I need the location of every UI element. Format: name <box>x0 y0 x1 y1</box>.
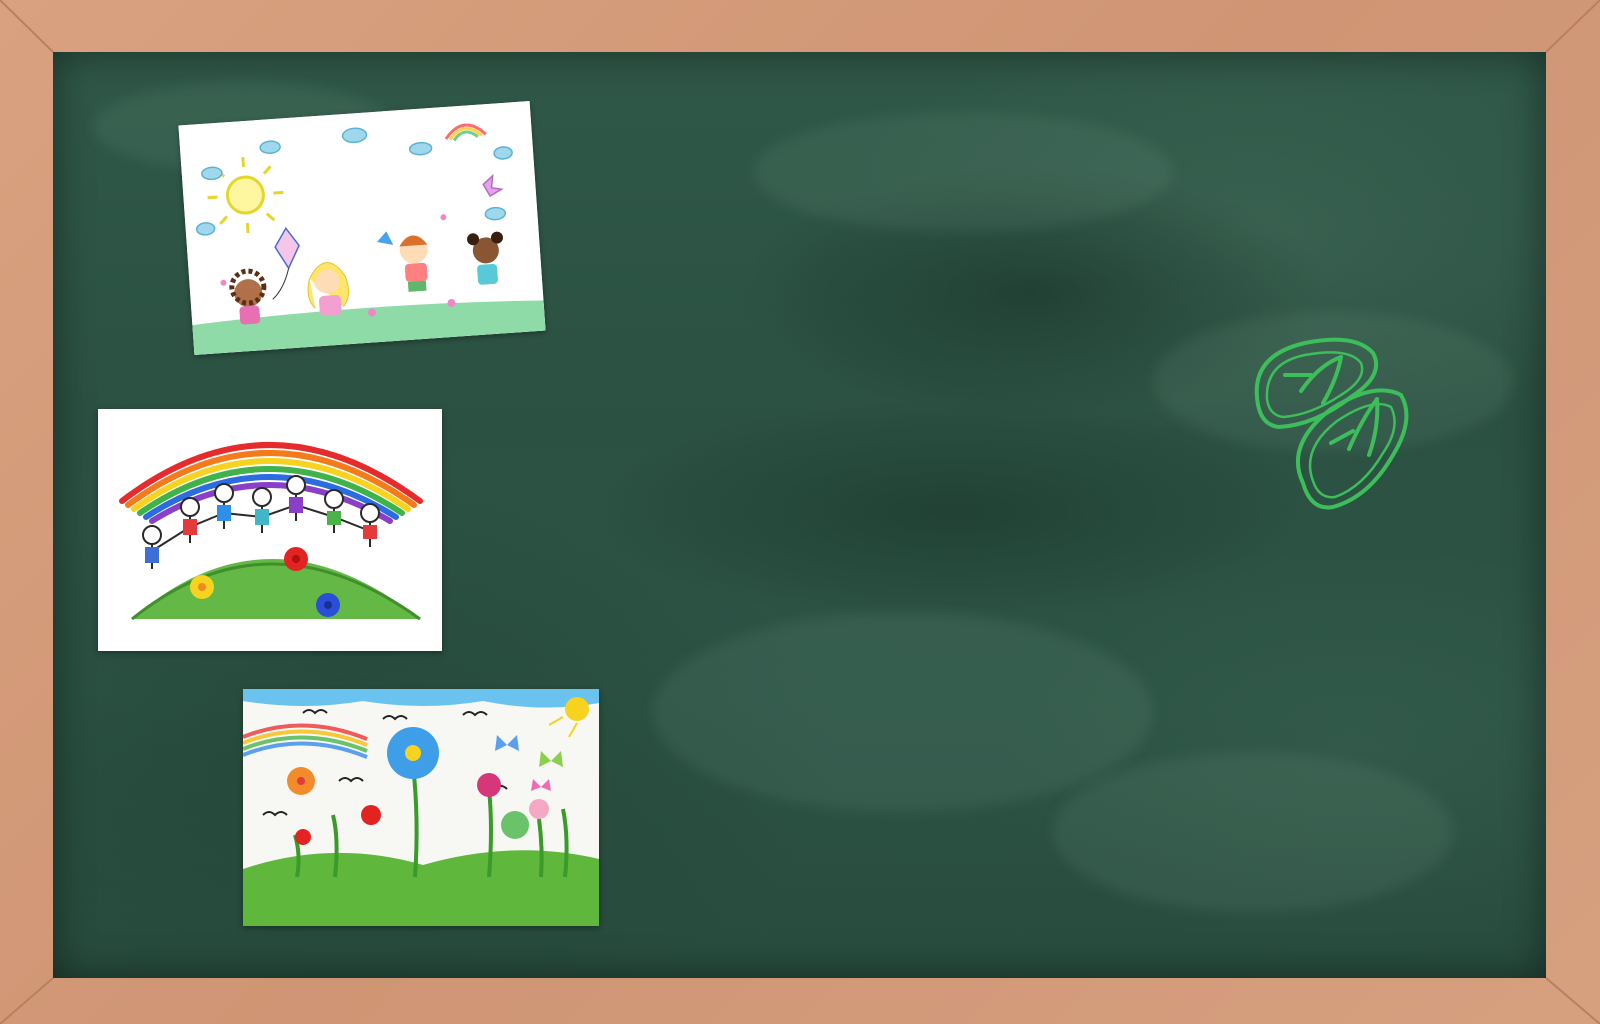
sandals-icon[interactable] <box>1245 335 1425 520</box>
children-kite-sun-icon <box>178 101 546 355</box>
flowers-butterflies-icon <box>243 689 599 926</box>
kids-playing-drawing[interactable] <box>178 101 546 355</box>
rainbow-children-drawing[interactable] <box>98 409 442 651</box>
rainbow-children-hill-icon <box>98 409 442 651</box>
board-frame <box>0 0 1600 1024</box>
flowers-garden-drawing[interactable] <box>243 689 599 926</box>
